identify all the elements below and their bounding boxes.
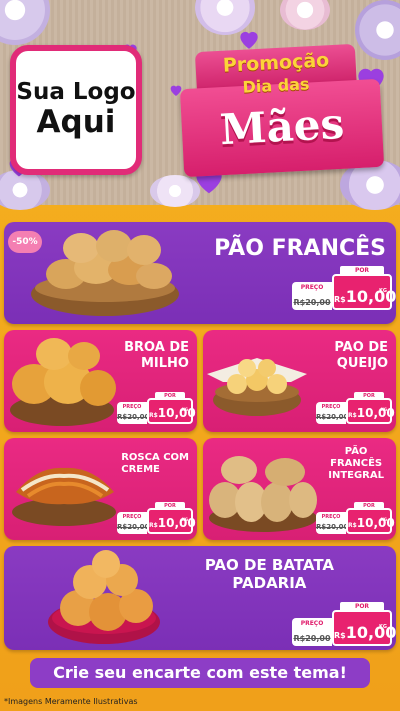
logo-placeholder[interactable]: Sua Logo Aqui <box>10 45 142 175</box>
price-badge: PREÇO R$20,00 POR KG R$10,00 <box>292 266 396 310</box>
bread-basket-image <box>209 456 317 532</box>
old-price-label: PREÇO <box>122 404 142 410</box>
product-name: PÃO FRANCÊS INTEGRAL <box>328 446 384 482</box>
price-badge: PREÇO R$20,00 POR KG R$10,00 <box>117 502 196 534</box>
old-price-label: PREÇO <box>321 514 341 520</box>
product-name-line1: BROA DE <box>124 340 189 355</box>
new-price-box: POR KG R$10,00 <box>332 602 396 646</box>
product-name-line2: MILHO <box>141 355 189 371</box>
price-badge: PREÇO R$20,00 POR KG R$10,00 <box>117 392 196 424</box>
product-name-line2: PADARIA <box>232 574 307 592</box>
product-card-pao-frances-integral[interactable]: PÃO FRANCÊS INTEGRAL PREÇO R$20,00 POR K… <box>203 438 396 540</box>
currency-label: R$ <box>149 522 158 529</box>
old-price-box: PREÇO R$20,00 <box>292 282 332 310</box>
price-badge: PREÇO R$20,00 POR KG R$10,00 <box>316 392 395 424</box>
old-price-box: PREÇO R$20,00 <box>117 402 150 424</box>
product-name-line1: PAO DE BATATA <box>204 556 334 574</box>
por-label: POR <box>354 502 384 510</box>
flower-decoration <box>0 0 50 45</box>
price-value: 10,00 <box>157 516 196 530</box>
new-price: R$10,00 <box>334 287 396 306</box>
old-price-label: PREÇO <box>300 620 324 627</box>
new-price: R$10,00 <box>348 406 395 420</box>
product-card-pao-frances[interactable]: PÃO FRANCÊS PREÇO R$20,00 POR KG R$10,00 <box>4 222 396 324</box>
product-name-line1: ROSCA COM <box>121 452 189 463</box>
old-price-box: PREÇO R$20,00 <box>316 402 349 424</box>
currency-label: R$ <box>334 295 346 304</box>
logo-text-line2: Aqui <box>36 104 116 141</box>
product-name: BROA DE MILHO <box>124 340 189 371</box>
price-badge: PREÇO R$20,00 POR KG R$10,00 <box>292 602 396 646</box>
product-name: PÃO FRANCÊS <box>214 236 386 261</box>
new-price: R$10,00 <box>334 623 396 642</box>
promo-title-badge: Promoção Dia das Mães <box>160 40 390 180</box>
currency-label: R$ <box>348 412 357 419</box>
old-price-value: R$20,00 <box>117 523 150 531</box>
product-card-rosca-com-creme[interactable]: ROSCA COM CREME PREÇO R$20,00 POR KG R$1… <box>4 438 197 540</box>
por-label: POR <box>155 392 185 400</box>
bread-basket-image <box>10 338 116 426</box>
product-name-line1: PÃO <box>344 446 368 457</box>
product-card-pao-de-batata[interactable]: PAO DE BATATA PADARIA PREÇO R$20,00 POR … <box>4 546 396 650</box>
product-name-line2: CREME <box>121 464 160 475</box>
currency-label: R$ <box>149 412 158 419</box>
product-name-line2: FRANCÊS <box>330 458 383 469</box>
price-value: 10,00 <box>356 406 395 420</box>
old-price-value: R$20,00 <box>117 413 150 421</box>
por-label: POR <box>155 502 185 510</box>
new-price-box: POR KG R$10,00 <box>346 502 395 534</box>
new-price-box: POR KG R$10,00 <box>147 392 196 424</box>
currency-label: R$ <box>348 522 357 529</box>
price-value: 10,00 <box>345 287 396 306</box>
bread-basket-image <box>207 358 307 416</box>
old-price-value: R$20,00 <box>293 298 331 307</box>
price-value: 10,00 <box>157 406 196 420</box>
new-price-box: POR KG R$10,00 <box>346 392 395 424</box>
old-price-value: R$20,00 <box>316 523 349 531</box>
product-card-broa-de-milho[interactable]: BROA DE MILHO PREÇO R$20,00 POR KG R$10,… <box>4 330 197 432</box>
header-banner: Sua Logo Aqui Promoção Dia das Mães <box>0 0 400 210</box>
old-price-label: PREÇO <box>122 514 142 520</box>
product-card-pao-de-queijo[interactable]: PAO DE QUEIJO PREÇO R$20,00 POR KG R$10,… <box>203 330 396 432</box>
new-price-box: POR KG R$10,00 <box>147 502 196 534</box>
promo-title-line3: Mães <box>218 98 346 155</box>
new-price-box: POR KG R$10,00 <box>332 266 396 310</box>
por-label: POR <box>340 266 384 276</box>
price-value: 10,00 <box>356 516 395 530</box>
old-price-value: R$20,00 <box>316 413 349 421</box>
price-value: 10,00 <box>345 623 396 642</box>
product-name-line2: QUEIJO <box>336 355 388 371</box>
flower-decoration <box>280 0 330 30</box>
product-name: ROSCA COM CREME <box>121 452 189 476</box>
por-label: POR <box>340 602 384 612</box>
new-price: R$10,00 <box>348 516 395 530</box>
old-price-box: PREÇO R$20,00 <box>117 512 150 534</box>
currency-label: R$ <box>334 631 346 640</box>
old-price-box: PREÇO R$20,00 <box>292 618 332 646</box>
old-price-label: PREÇO <box>300 284 324 291</box>
product-name: PAO DE BATATA PADARIA <box>205 556 334 592</box>
old-price-box: PREÇO R$20,00 <box>316 512 349 534</box>
old-price-value: R$20,00 <box>293 634 331 643</box>
new-price: R$10,00 <box>149 406 196 420</box>
bread-basket-image <box>48 550 160 644</box>
bread-basket-image <box>31 230 179 316</box>
logo-text-line1: Sua Logo <box>16 78 136 105</box>
disclaimer-text: *Imagens Meramente Ilustrativas <box>4 697 138 706</box>
product-name-line1: PAO DE <box>334 340 388 355</box>
discount-badge: -50% <box>8 231 42 253</box>
product-name: PAO DE QUEIJO <box>334 340 388 371</box>
flyer-page: Sua Logo Aqui Promoção Dia das Mães PÃO … <box>0 0 400 711</box>
price-badge: PREÇO R$20,00 POR KG R$10,00 <box>316 502 395 534</box>
create-flyer-cta-button[interactable]: Crie seu encarte com este tema! <box>30 658 370 688</box>
old-price-label: PREÇO <box>321 404 341 410</box>
new-price: R$10,00 <box>149 516 196 530</box>
por-label: POR <box>354 392 384 400</box>
product-name-line3: INTEGRAL <box>328 470 384 481</box>
bread-basket-image <box>12 467 116 526</box>
